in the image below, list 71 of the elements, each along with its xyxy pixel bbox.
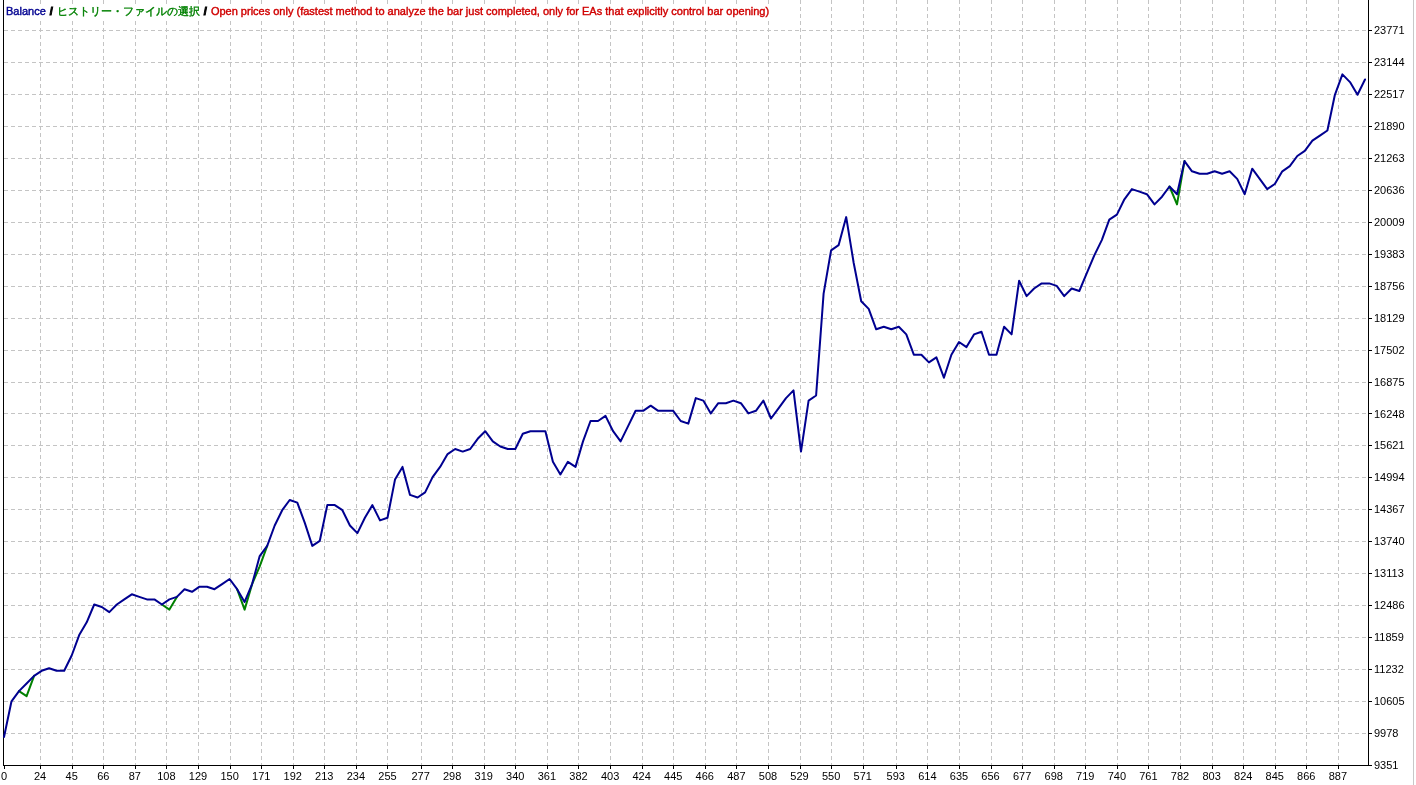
y-axis-label: 9978 (1374, 727, 1399, 739)
x-axis-label: 66 (97, 770, 110, 782)
legend-text: / (201, 5, 209, 18)
x-axis-label: 234 (346, 770, 366, 782)
x-axis-label: 277 (411, 770, 430, 782)
x-axis-label: 192 (283, 770, 302, 782)
y-axis-label: 11859 (1374, 631, 1404, 644)
x-axis-label: 466 (695, 770, 714, 782)
x-axis-label: 45 (65, 770, 78, 782)
legend-text: Open prices only (fastest method to analyze the bar just completed, only for EAs that explicitly control bar opening) (208, 5, 772, 18)
x-axis-label: 698 (1044, 770, 1063, 782)
x-axis-label: 635 (949, 770, 969, 782)
y-axis-label: 20636 (1374, 183, 1405, 196)
x-axis-label: 487 (727, 770, 746, 782)
x-axis-label: 171 (252, 770, 271, 782)
y-axis-label: 20009 (1374, 215, 1405, 228)
y-axis-label: 21890 (1374, 119, 1405, 132)
y-axis-label: 12486 (1374, 599, 1405, 612)
x-axis-label: 361 (537, 770, 557, 782)
x-axis-label: 550 (821, 770, 841, 782)
x-axis-label: 824 (1234, 770, 1253, 782)
y-axis-label: 13740 (1374, 535, 1405, 548)
y-axis-label: 14994 (1374, 471, 1405, 484)
legend-text: Balance (4, 5, 48, 18)
x-axis-label: 803 (1202, 770, 1221, 782)
x-axis-label: 382 (569, 770, 588, 782)
y-axis-label: 21263 (1374, 151, 1405, 164)
x-axis-label: 213 (315, 770, 334, 782)
x-axis-label: 593 (886, 770, 905, 782)
x-axis-label: 319 (474, 770, 493, 782)
x-axis-label: 782 (1170, 770, 1190, 782)
x-axis-label: 571 (853, 770, 872, 782)
x-axis-label: 866 (1297, 770, 1316, 782)
x-axis-label: 656 (981, 770, 1000, 782)
x-axis-label: 87 (128, 770, 141, 782)
x-axis-label: 424 (632, 770, 651, 782)
y-axis-label: 18756 (1374, 279, 1405, 292)
y-axis-label: 13113 (1374, 567, 1404, 580)
x-axis-label: 108 (157, 770, 176, 782)
y-axis-label: 9351 (1374, 759, 1399, 771)
y-axis-label: 23144 (1374, 56, 1405, 68)
x-axis-label: 845 (1265, 770, 1284, 782)
x-axis-label: 614 (918, 770, 937, 782)
x-axis-label: 150 (220, 770, 239, 782)
y-axis-label: 22517 (1374, 87, 1405, 100)
y-axis-label: 18129 (1374, 311, 1405, 324)
y-axis-label: 19383 (1374, 247, 1405, 260)
y-axis-label: 10605 (1374, 695, 1405, 708)
x-axis-label: 403 (600, 770, 620, 782)
x-axis-label: 508 (758, 770, 778, 782)
x-axis-label: 677 (1012, 770, 1032, 782)
x-axis-label: 255 (378, 770, 397, 782)
y-axis-label: 15621 (1374, 439, 1405, 452)
y-axis-label: 17502 (1374, 343, 1405, 356)
x-axis-label: 529 (790, 770, 809, 782)
y-axis-label: 16875 (1374, 375, 1405, 388)
x-axis-label: 129 (188, 770, 208, 782)
x-axis-label: 0 (0, 770, 8, 782)
x-axis-label: 740 (1107, 770, 1127, 782)
x-axis-label: 24 (33, 770, 47, 782)
x-axis-label: 719 (1076, 770, 1095, 782)
x-axis-label: 298 (442, 770, 462, 782)
y-axis-label: 11232 (1374, 663, 1404, 676)
x-axis-label: 887 (1328, 770, 1348, 782)
x-axis-label: 761 (1139, 770, 1158, 782)
y-axis-label: 14367 (1374, 503, 1405, 516)
x-axis-label: 340 (506, 770, 525, 782)
x-axis-label: 445 (664, 770, 683, 782)
legend-text: / (47, 5, 55, 18)
y-axis-label: 16248 (1374, 407, 1405, 420)
y-axis-label: 23771 (1374, 24, 1405, 36)
